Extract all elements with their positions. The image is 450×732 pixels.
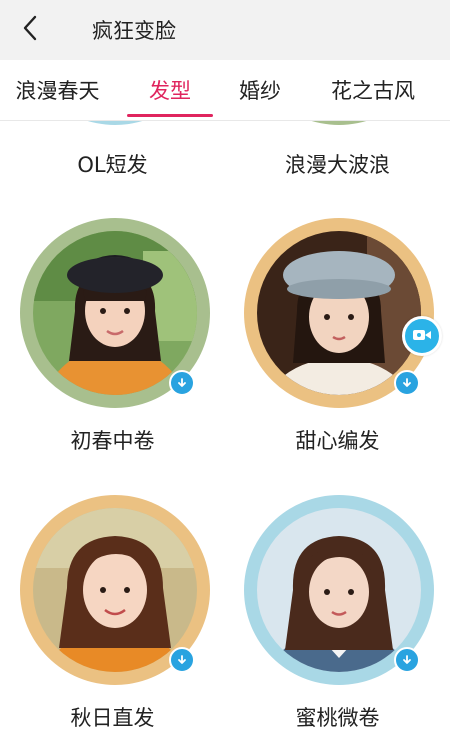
tab-hairstyle[interactable]: 发型: [120, 60, 220, 120]
video-camera-icon: [412, 327, 432, 346]
tab-spring[interactable]: 浪漫春天: [0, 60, 115, 120]
style-label: 浪漫大波浪: [285, 153, 390, 177]
style-label: 甜心编发: [295, 429, 380, 453]
portrait-image: [33, 231, 197, 395]
category-tabs: 浪漫春天 发型 婚纱 花之古风: [0, 60, 450, 121]
tab-wedding[interactable]: 婚纱: [222, 60, 298, 120]
style-label: 秋日直发: [70, 706, 155, 730]
download-button[interactable]: [169, 647, 195, 673]
download-button[interactable]: [169, 370, 195, 396]
portrait-image: [33, 508, 197, 672]
top-bar: 疯狂变脸: [0, 0, 450, 60]
style-label: 蜜桃微卷: [295, 706, 380, 730]
download-icon: [176, 651, 188, 670]
video-effect-badge[interactable]: [402, 316, 442, 356]
tab-ancient[interactable]: 花之古风: [310, 60, 436, 120]
download-icon: [401, 374, 413, 393]
portrait-image: [257, 231, 421, 395]
chevron-left-icon: [22, 15, 38, 45]
download-button[interactable]: [394, 647, 420, 673]
portrait-image: [257, 508, 421, 672]
download-icon: [176, 374, 188, 393]
style-label: 初春中卷: [70, 429, 155, 453]
style-thumbnail[interactable]: [20, 121, 210, 125]
hairstyle-grid: OL短发 浪漫大波浪 初春中卷 甜心编发 秋日直发 蜜桃微卷: [0, 121, 450, 732]
download-icon: [401, 651, 413, 670]
style-thumbnail[interactable]: [244, 121, 434, 125]
back-button[interactable]: [0, 0, 60, 60]
style-label: OL短发: [77, 153, 148, 177]
download-button[interactable]: [394, 370, 420, 396]
page-title: 疯狂变脸: [92, 19, 176, 43]
